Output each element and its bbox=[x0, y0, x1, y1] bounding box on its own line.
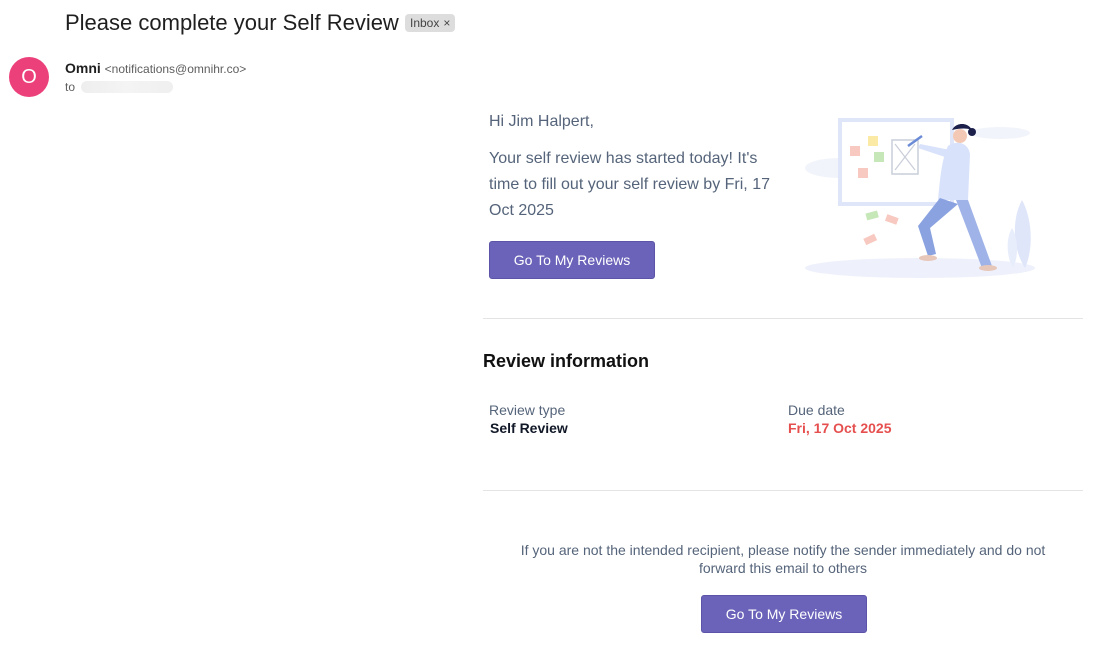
cloud-shape bbox=[970, 127, 1030, 139]
inbox-label-chip[interactable]: Inbox × bbox=[405, 14, 456, 32]
review-illustration bbox=[805, 118, 1035, 278]
falling-note bbox=[865, 210, 879, 221]
email-subject: Please complete your Self Review bbox=[65, 10, 399, 35]
person-shoe bbox=[979, 265, 997, 271]
section-divider bbox=[483, 318, 1083, 319]
sender-email: <notifications@omnihr.co> bbox=[104, 62, 247, 76]
ground-shape bbox=[805, 258, 1035, 278]
sender-avatar[interactable]: O bbox=[9, 57, 49, 97]
person-hair bbox=[952, 124, 972, 130]
sender-name[interactable]: Omni bbox=[65, 60, 101, 76]
due-date-value: Fri, 17 Oct 2025 bbox=[788, 420, 892, 436]
footer-go-to-reviews-button[interactable]: Go To My Reviews bbox=[701, 595, 867, 633]
recipient-redacted bbox=[81, 81, 174, 93]
to-label: to bbox=[65, 80, 76, 94]
board-shape bbox=[838, 118, 954, 206]
sender-line: Omni <notifications@omnihr.co> bbox=[65, 59, 246, 78]
sticky-note bbox=[874, 152, 884, 162]
inbox-label-text: Inbox bbox=[410, 16, 440, 30]
plant-leaf bbox=[1014, 200, 1031, 268]
footer-disclaimer: If you are not the intended recipient, p… bbox=[520, 542, 1046, 576]
sticky-note bbox=[850, 146, 860, 156]
intro-text: Your self review has started today! It's… bbox=[489, 150, 770, 219]
recipient-line[interactable]: to bbox=[65, 79, 174, 95]
greeting-text: Hi Jim Halpert, bbox=[489, 113, 594, 130]
section-divider bbox=[483, 490, 1083, 491]
person-leg bbox=[956, 200, 992, 268]
remove-label-icon[interactable]: × bbox=[443, 14, 450, 32]
go-to-reviews-button[interactable]: Go To My Reviews bbox=[489, 241, 655, 279]
review-type-label: Review type bbox=[489, 402, 566, 418]
review-type-value: Self Review bbox=[490, 420, 568, 436]
sticky-note bbox=[868, 136, 878, 146]
person-head bbox=[953, 129, 967, 143]
falling-note bbox=[863, 233, 878, 246]
person-shoe bbox=[919, 255, 937, 261]
falling-note bbox=[884, 214, 899, 225]
sticky-note bbox=[858, 168, 868, 178]
person-hair-bun bbox=[968, 128, 976, 136]
person-leg bbox=[918, 198, 958, 256]
review-info-title: Review information bbox=[483, 351, 650, 371]
due-date-label: Due date bbox=[788, 402, 845, 418]
email-view: Please complete your Self Review Inbox ×… bbox=[0, 0, 1114, 662]
